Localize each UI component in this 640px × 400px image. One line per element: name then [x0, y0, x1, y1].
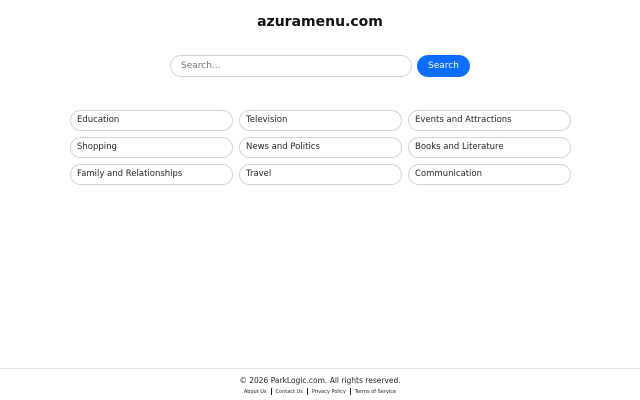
category-communication[interactable]: Communication [408, 164, 571, 185]
footer-link-contact-us[interactable]: Contact Us [272, 389, 307, 395]
search-button[interactable]: Search [417, 55, 470, 77]
category-news-and-politics[interactable]: News and Politics [239, 137, 402, 158]
category-shopping[interactable]: Shopping [70, 137, 233, 158]
category-events-and-attractions[interactable]: Events and Attractions [408, 110, 571, 131]
footer-link-privacy-policy[interactable]: Privacy Policy [308, 389, 350, 395]
category-books-and-literature[interactable]: Books and Literature [408, 137, 571, 158]
site-title: azuramenu.com [257, 14, 383, 30]
category-grid: Education Television Events and Attracti… [70, 110, 571, 185]
page: azuramenu.com Search Education Televisio… [0, 0, 640, 400]
category-travel[interactable]: Travel [239, 164, 402, 185]
footer-links: About Us Contact Us Privacy Policy Terms of… [0, 388, 640, 396]
category-family-and-relationships[interactable]: Family and Relationships [70, 164, 233, 185]
search-bar: Search [170, 55, 470, 77]
category-education[interactable]: Education [70, 110, 233, 131]
footer-link-terms-of-service[interactable]: Terms of Service [351, 389, 400, 395]
footer-link-about-us[interactable]: About Us [240, 389, 271, 395]
footer: © 2026 ParkLogic.com. All rights reserve… [0, 368, 640, 400]
search-input[interactable] [170, 55, 412, 77]
copyright-text: © 2026 ParkLogic.com. All rights reserve… [239, 376, 401, 385]
category-television[interactable]: Television [239, 110, 402, 131]
